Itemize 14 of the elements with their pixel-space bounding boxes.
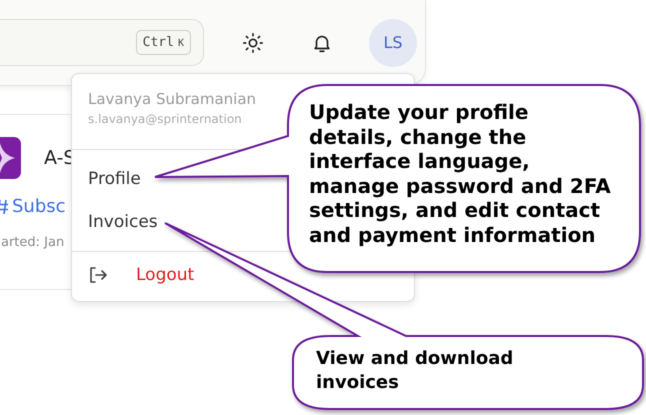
user-name: Lavanya Subramanian bbox=[88, 90, 256, 108]
menu-item[interactable]: Profile bbox=[72, 165, 157, 194]
callout-text: Update your profile details, change the interface language, manage password and 2FA settings, and edit contact and payment information bbox=[309, 100, 611, 247]
avatar[interactable]: LS bbox=[369, 18, 417, 66]
logout-icon bbox=[88, 265, 108, 285]
start-date: arted: Jan bbox=[1, 235, 66, 250]
shortcut-key: Ctrl K bbox=[136, 30, 191, 54]
subscription-link[interactable]: Subsc bbox=[12, 196, 66, 217]
menu-item[interactable]: Invoices bbox=[72, 208, 174, 237]
sun-icon[interactable] bbox=[242, 32, 264, 54]
user-email: s.lavanya@sprinternation bbox=[88, 112, 242, 126]
callout-text: View and download invoices bbox=[316, 347, 514, 395]
search-field[interactable]: Ctrl K bbox=[0, 18, 204, 66]
logout-item[interactable]: Logout bbox=[72, 258, 210, 287]
